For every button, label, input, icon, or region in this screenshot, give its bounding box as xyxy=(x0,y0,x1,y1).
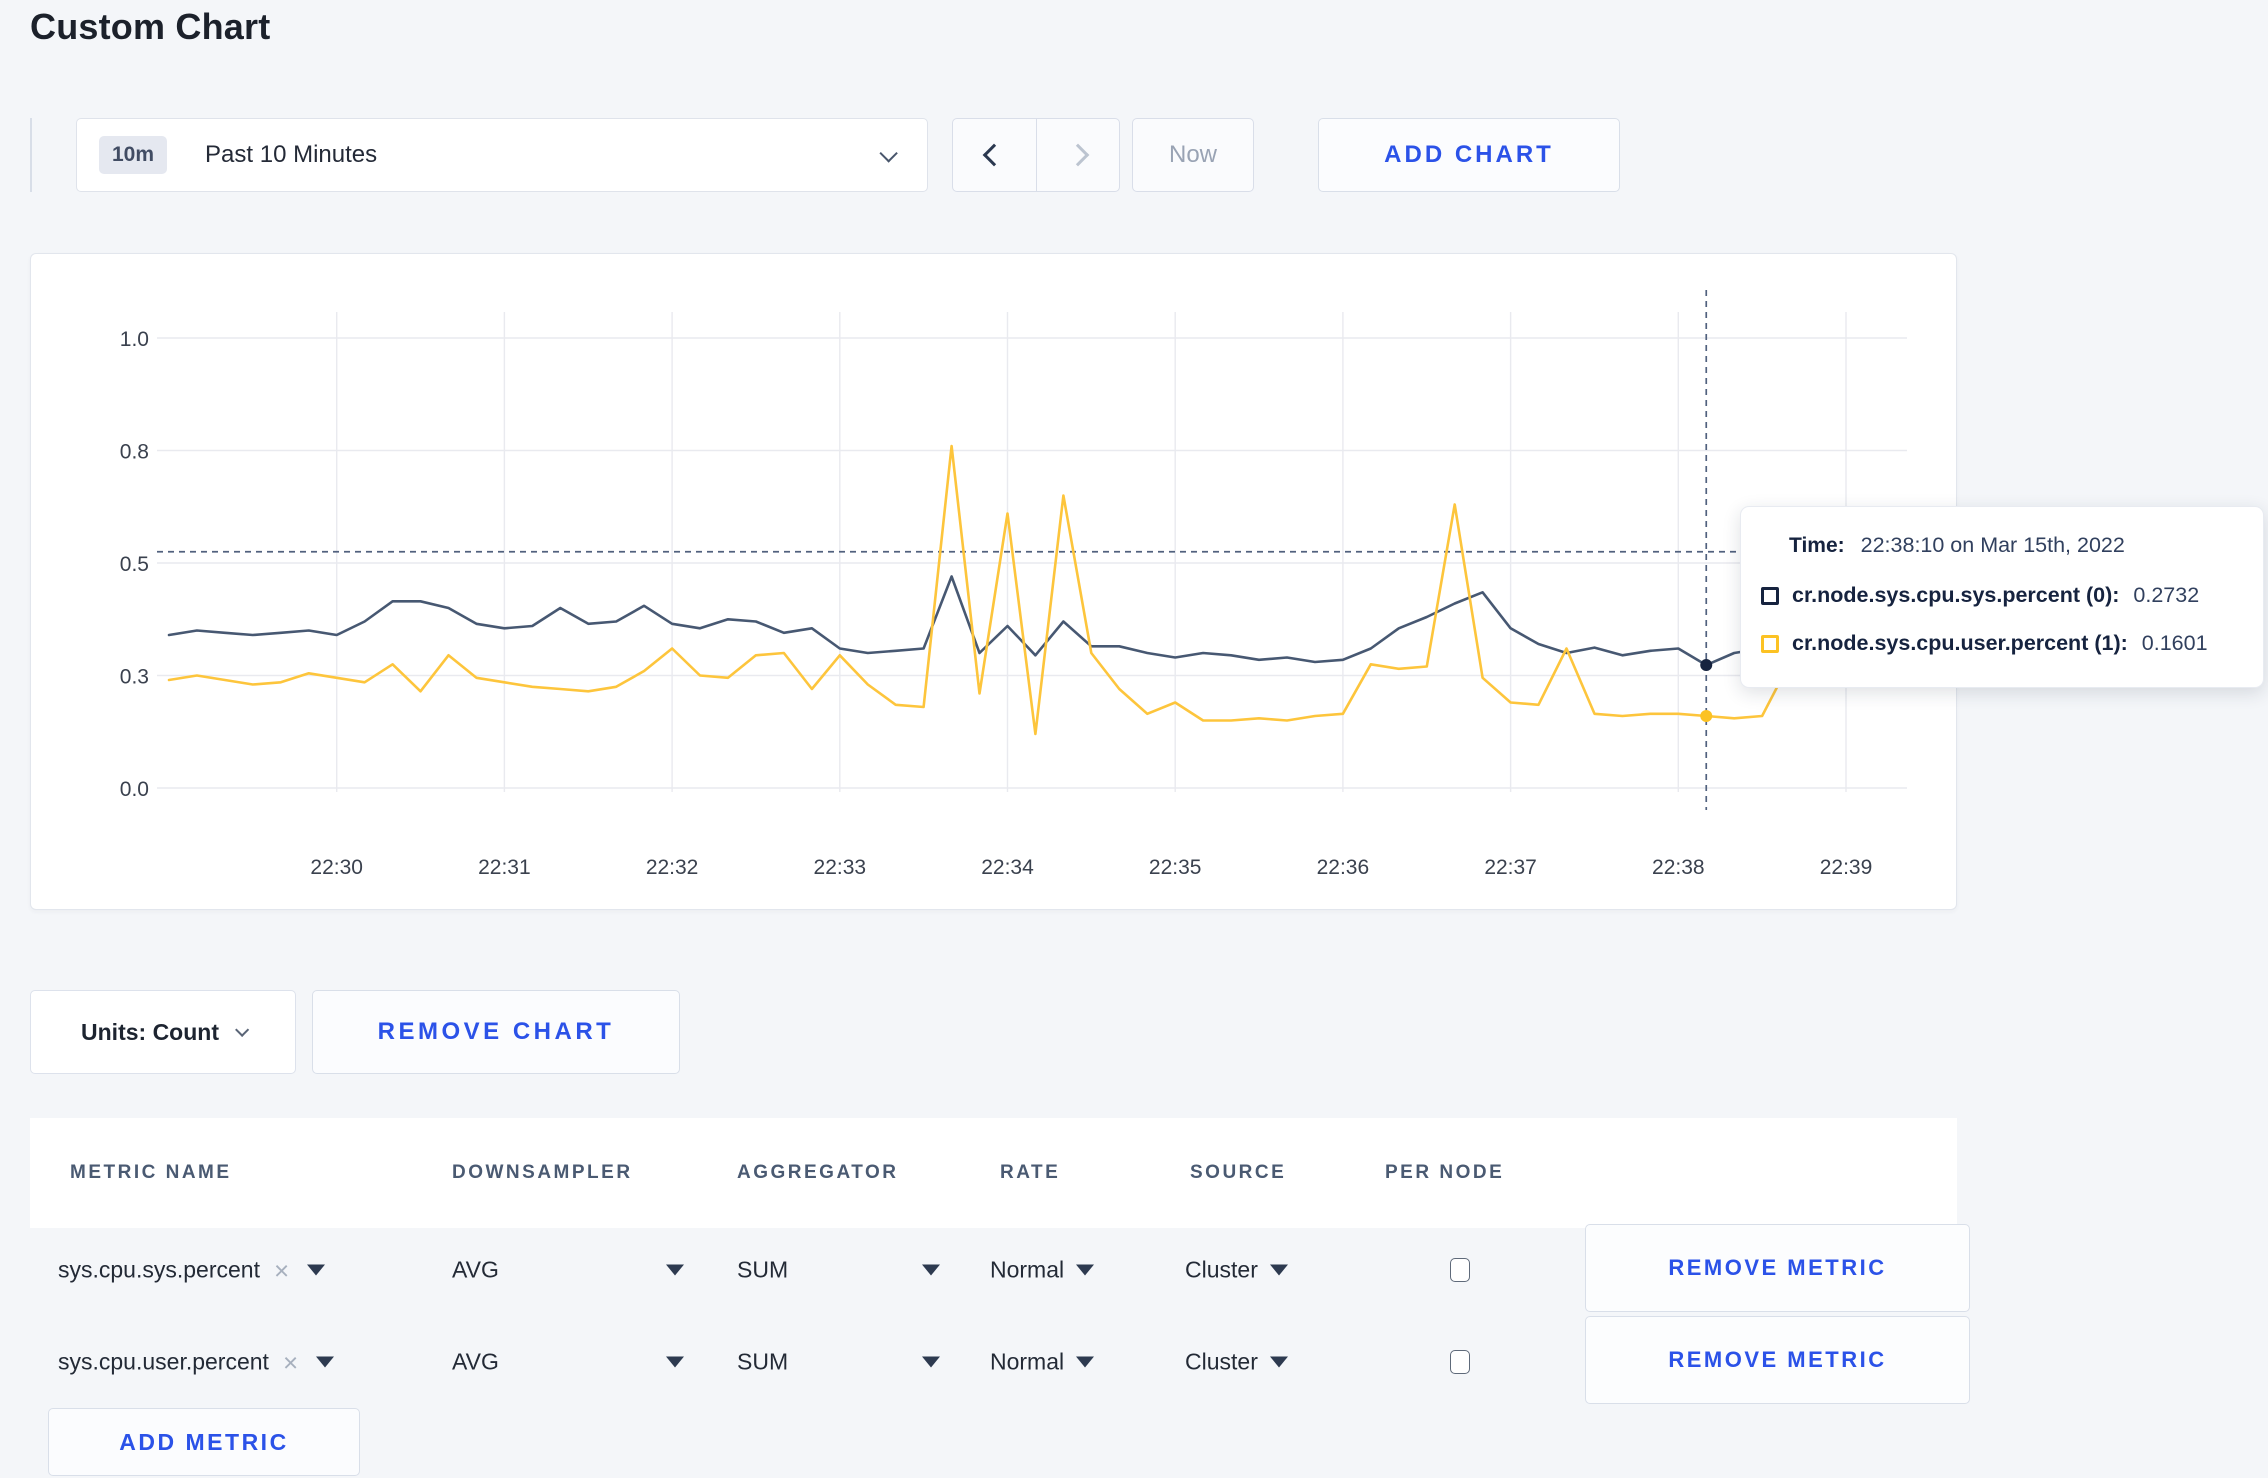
per-node-cell xyxy=(1450,1350,1470,1374)
svg-text:22:39: 22:39 xyxy=(1820,856,1873,879)
per-node-checkbox[interactable] xyxy=(1450,1258,1470,1282)
source-select[interactable]: Cluster xyxy=(1185,1349,1288,1376)
caret-down-icon xyxy=(1076,1356,1095,1368)
aggregator-select[interactable]: SUM xyxy=(737,1349,940,1376)
metric-name-select[interactable]: sys.cpu.user.percent × xyxy=(58,1348,335,1376)
svg-text:0.5: 0.5 xyxy=(120,553,149,576)
units-label: Units: Count xyxy=(81,1018,219,1045)
metric-name-select[interactable]: sys.cpu.sys.percent × xyxy=(58,1256,326,1284)
series-swatch-icon xyxy=(1761,634,1779,653)
time-range-select[interactable]: 10m Past 10 Minutes xyxy=(76,118,928,192)
rate-select[interactable]: Normal xyxy=(990,1348,1095,1376)
time-range-label: Past 10 Minutes xyxy=(205,141,378,168)
svg-text:1.0: 1.0 xyxy=(120,328,149,351)
page-title: Custom Chart xyxy=(30,6,271,47)
col-header-downsampler: DOWNSAMPLER xyxy=(452,1162,633,1183)
timeseries-chart: 0.0 0.3 0.5 0.8 1.0 22:30 22:31 22:32 22:33 22:34… xyxy=(120,290,1907,879)
svg-text:0.8: 0.8 xyxy=(120,441,149,464)
clear-metric-icon[interactable]: × xyxy=(283,1349,298,1375)
rate-value: Normal xyxy=(990,1256,1065,1283)
aggregator-value: SUM xyxy=(737,1256,789,1283)
svg-text:0.3: 0.3 xyxy=(120,666,149,689)
svg-text:22:31: 22:31 xyxy=(478,856,531,879)
per-node-cell xyxy=(1450,1258,1470,1282)
caret-down-icon[interactable] xyxy=(307,1264,326,1276)
caret-down-icon xyxy=(922,1264,940,1276)
caret-down-icon xyxy=(1269,1356,1288,1368)
add-metric-button[interactable]: ADD METRIC xyxy=(48,1408,360,1476)
tooltip-time-row: Time: 22:38:10 on Mar 15th, 2022 xyxy=(1789,533,2125,558)
col-header-aggregator: AGGREGATOR xyxy=(737,1162,899,1183)
next-time-button[interactable] xyxy=(1035,119,1120,191)
source-value: Cluster xyxy=(1185,1348,1258,1375)
svg-text:22:30: 22:30 xyxy=(310,856,363,879)
remove-metric-button[interactable]: REMOVE METRIC xyxy=(1585,1316,1970,1404)
col-header-per-node: PER NODE xyxy=(1385,1162,1505,1183)
prev-time-button[interactable] xyxy=(953,119,1036,191)
clear-metric-icon[interactable]: × xyxy=(274,1257,289,1283)
tooltip-time-value: 22:38:10 on Mar 15th, 2022 xyxy=(1860,533,2125,557)
rate-select[interactable]: Normal xyxy=(990,1256,1095,1284)
svg-text:0.0: 0.0 xyxy=(120,778,149,801)
source-value: Cluster xyxy=(1185,1256,1258,1283)
tooltip-series-row: cr.node.sys.cpu.user.percent (1): 0.1601 xyxy=(1761,631,2208,656)
caret-down-icon[interactable] xyxy=(316,1356,335,1368)
downsampler-select[interactable]: AVG xyxy=(452,1257,684,1284)
metrics-table-header: METRIC NAME DOWNSAMPLER AGGREGATOR RATE … xyxy=(30,1118,1957,1228)
svg-text:22:37: 22:37 xyxy=(1484,856,1537,879)
tooltip-time-label: Time: xyxy=(1789,533,1845,557)
svg-text:22:38: 22:38 xyxy=(1652,856,1705,879)
svg-text:22:33: 22:33 xyxy=(814,856,867,879)
chart-panel[interactable]: 0.0 0.3 0.5 0.8 1.0 22:30 22:31 22:32 22:33 22:34… xyxy=(30,253,1957,910)
series-swatch-icon xyxy=(1761,586,1779,605)
now-button[interactable]: Now xyxy=(1132,118,1254,192)
aggregator-value: SUM xyxy=(737,1348,789,1375)
chevron-down-icon xyxy=(879,143,898,163)
col-header-metric-name: METRIC NAME xyxy=(70,1162,232,1183)
source-select[interactable]: Cluster xyxy=(1185,1257,1288,1284)
svg-text:22:36: 22:36 xyxy=(1317,856,1370,879)
tooltip-series-value: 0.1601 xyxy=(2141,631,2208,655)
tooltip-series-label: cr.node.sys.cpu.sys.percent (0): xyxy=(1792,583,2120,607)
units-select[interactable]: Units: Count xyxy=(30,990,296,1074)
time-nav-group xyxy=(952,118,1120,192)
svg-text:22:34: 22:34 xyxy=(981,856,1034,879)
col-header-source: SOURCE xyxy=(1190,1162,1287,1183)
metric-row: sys.cpu.sys.percent × AVG SUM Normal Clu… xyxy=(30,1224,1970,1316)
caret-down-icon xyxy=(1269,1264,1288,1276)
svg-text:22:35: 22:35 xyxy=(1149,856,1202,879)
tooltip-series-value: 0.2732 xyxy=(2133,583,2200,607)
col-header-rate: RATE xyxy=(1000,1162,1061,1183)
metric-row: sys.cpu.user.percent × AVG SUM Normal Cl… xyxy=(30,1316,1970,1408)
chart-tooltip: Time: 22:38:10 on Mar 15th, 2022 cr.node… xyxy=(1740,506,2264,688)
remove-metric-button[interactable]: REMOVE METRIC xyxy=(1585,1224,1970,1312)
metric-name: sys.cpu.sys.percent xyxy=(58,1256,260,1283)
tooltip-series-label: cr.node.sys.cpu.user.percent (1): xyxy=(1792,631,2128,655)
svg-text:22:32: 22:32 xyxy=(646,856,699,879)
caret-down-icon xyxy=(922,1356,940,1368)
remove-chart-button[interactable]: REMOVE CHART xyxy=(312,990,680,1074)
downsampler-value: AVG xyxy=(452,1256,499,1283)
per-node-checkbox[interactable] xyxy=(1450,1350,1470,1374)
downsampler-select[interactable]: AVG xyxy=(452,1349,684,1376)
chevron-left-icon xyxy=(982,143,1006,167)
chevron-down-icon xyxy=(235,1022,250,1037)
caret-down-icon xyxy=(666,1264,684,1276)
caret-down-icon xyxy=(666,1356,684,1368)
rate-value: Normal xyxy=(990,1348,1065,1375)
time-range-badge: 10m xyxy=(99,136,168,174)
tooltip-series-row: cr.node.sys.cpu.sys.percent (0): 0.2732 xyxy=(1761,583,2199,608)
metric-name: sys.cpu.user.percent xyxy=(58,1348,269,1375)
aggregator-select[interactable]: SUM xyxy=(737,1257,940,1284)
custom-chart-page: Custom Chart 10m Past 10 Minutes Now ADD… xyxy=(0,0,2268,1478)
downsampler-value: AVG xyxy=(452,1348,499,1375)
toolbar-divider xyxy=(30,118,32,192)
add-chart-button[interactable]: ADD CHART xyxy=(1318,118,1620,192)
chevron-right-icon xyxy=(1066,143,1090,167)
caret-down-icon xyxy=(1076,1264,1095,1276)
